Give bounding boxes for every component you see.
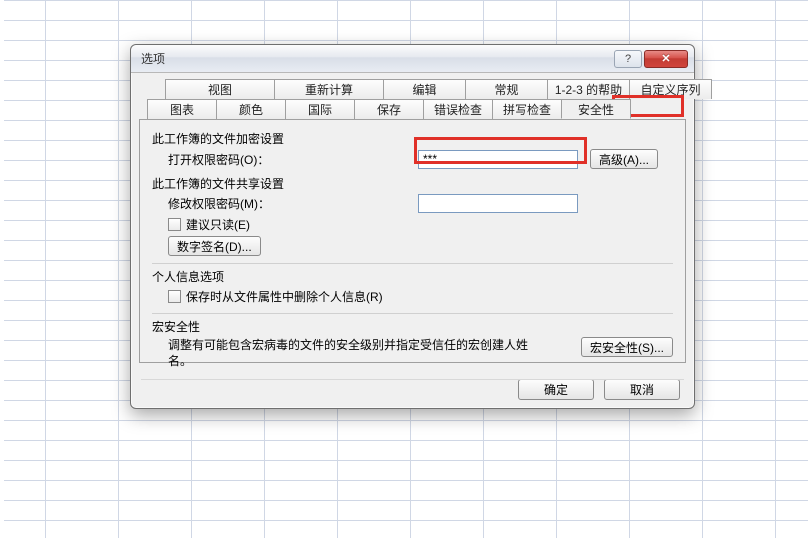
cancel-button[interactable]: 取消	[604, 379, 680, 400]
separator-2	[152, 313, 673, 314]
help-icon: ?	[625, 53, 631, 65]
help-button[interactable]: ?	[614, 50, 642, 68]
ok-button[interactable]: 确定	[518, 379, 594, 400]
tab-recalc[interactable]: 重新计算	[274, 79, 384, 99]
dialog-title: 选项	[141, 50, 165, 67]
tab-row-1: 视图 重新计算 编辑 常规 1-2-3 的帮助 自定义序列	[139, 79, 686, 99]
readonly-row[interactable]: 建议只读(E)	[168, 213, 673, 235]
separator-1	[152, 263, 673, 264]
open-password-input[interactable]	[418, 150, 578, 169]
advanced-button[interactable]: 高级(A)...	[590, 149, 658, 169]
tab-general[interactable]: 常规	[465, 79, 548, 99]
tab-international[interactable]: 国际	[285, 99, 355, 119]
digital-signature-button[interactable]: 数字签名(D)...	[168, 236, 261, 256]
close-icon: ✕	[661, 52, 670, 65]
share-heading: 此工作簿的文件共享设置	[152, 175, 673, 192]
tab-error-check[interactable]: 错误检查	[423, 99, 493, 119]
tab-spelling[interactable]: 拼写检查	[492, 99, 562, 119]
open-password-label: 打开权限密码(O)：	[168, 151, 418, 168]
readonly-checkbox[interactable]	[168, 218, 181, 231]
left-strip	[0, 0, 4, 538]
tab-row-2: 图表 颜色 国际 保存 错误检查 拼写检查 安全性	[139, 99, 686, 119]
tab-123-help[interactable]: 1-2-3 的帮助	[547, 79, 630, 99]
personal-heading: 个人信息选项	[152, 268, 673, 285]
security-panel: 此工作簿的文件加密设置 打开权限密码(O)： 高级(A)... 此工作簿的文件共…	[139, 119, 686, 363]
modify-password-label: 修改权限密码(M)：	[168, 195, 418, 212]
dialog-footer: 确定 取消	[131, 379, 694, 400]
remove-personal-row[interactable]: 保存时从文件属性中删除个人信息(R)	[168, 285, 673, 307]
encrypt-heading: 此工作簿的文件加密设置	[152, 130, 673, 147]
remove-personal-checkbox[interactable]	[168, 290, 181, 303]
options-dialog: 选项 ? ✕ 视图 重新计算 编辑 常规 1-2-3 的帮助 自定义序列 图表 …	[130, 44, 695, 409]
close-button[interactable]: ✕	[644, 50, 688, 68]
tab-security[interactable]: 安全性	[561, 99, 631, 119]
readonly-label: 建议只读(E)	[186, 216, 250, 233]
tab-color[interactable]: 颜色	[216, 99, 286, 119]
macro-description: 调整有可能包含宏病毒的文件的安全级别并指定受信任的宏创建人姓名。	[168, 337, 528, 369]
macro-heading: 宏安全性	[152, 318, 673, 335]
tab-chart[interactable]: 图表	[147, 99, 217, 119]
macro-security-button[interactable]: 宏安全性(S)...	[581, 337, 673, 357]
tab-edit[interactable]: 编辑	[383, 79, 466, 99]
tab-view[interactable]: 视图	[165, 79, 275, 99]
titlebar[interactable]: 选项 ? ✕	[131, 45, 694, 73]
modify-password-input[interactable]	[418, 194, 578, 213]
tab-custom-lists[interactable]: 自定义序列	[629, 79, 712, 99]
tab-save[interactable]: 保存	[354, 99, 424, 119]
remove-personal-label: 保存时从文件属性中删除个人信息(R)	[186, 288, 383, 305]
